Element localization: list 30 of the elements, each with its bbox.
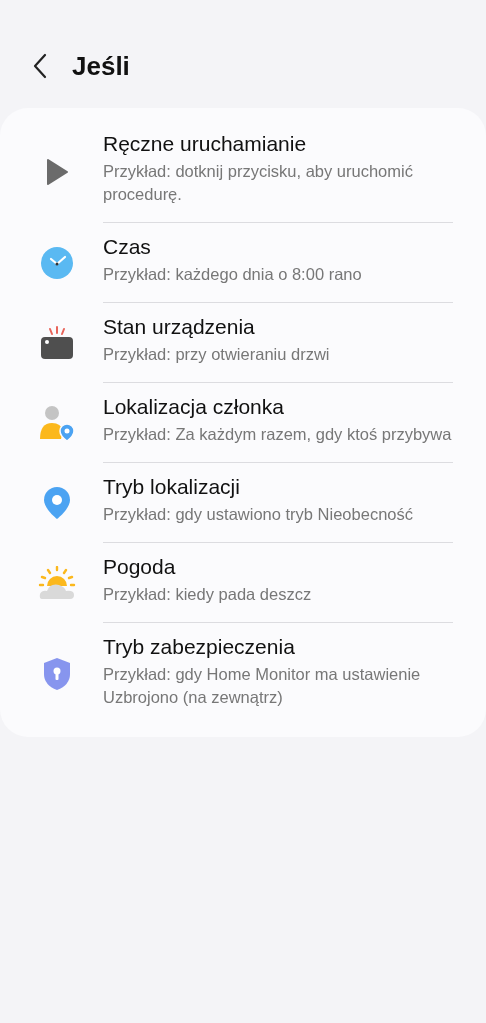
item-example: Przykład: dotknij przycisku, aby uruchomić procedurę. (103, 161, 414, 205)
item-example: Przykład: gdy Home Monitor ma ustawienie Uzbrojono (na zewnątrz) (103, 664, 422, 708)
condition-item[interactable]: Ręczne uruchamianie Przykład: dotknij przycisku, aby uruchomić procedurę. (0, 120, 486, 223)
device-icon (39, 326, 74, 360)
item-title: Tryb lokalizacji (103, 475, 241, 499)
item-example: Przykład: gdy ustawiono tryb Nieobecność (103, 504, 414, 525)
condition-item[interactable]: Stan urządzenia Przykład: przy otwieraniu drzwi (0, 303, 486, 383)
page-title: Jeśli (72, 50, 130, 82)
item-title: Stan urządzenia (103, 315, 256, 339)
person-location-icon (38, 405, 75, 441)
item-title: Tryb zabezpieczenia (103, 635, 296, 659)
item-title: Ręczne uruchamianie (103, 132, 308, 156)
item-example: Przykład: kiedy pada deszcz (103, 584, 313, 605)
item-title: Pogoda (103, 555, 177, 579)
condition-item[interactable]: Pogoda Przykład: kiedy pada deszcz (0, 543, 486, 623)
condition-item[interactable]: Tryb zabezpieczenia Przykład: gdy Home Monitor ma ustawienie Uzbrojono (na zewnątrz) (0, 623, 486, 725)
item-example: Przykład: każdego dnia o 8:00 rano (103, 264, 363, 285)
item-example: Przykład: przy otwieraniu drzwi (103, 344, 331, 365)
location-pin-icon (42, 486, 71, 520)
condition-item[interactable]: Lokalizacja członka Przykład: Za każdym razem, gdy ktoś przybywa (0, 383, 486, 463)
item-title: Czas (103, 235, 152, 259)
back-icon (32, 53, 48, 79)
item-example: Przykład: Za każdym razem, gdy ktoś przybywa (103, 424, 453, 445)
condition-item[interactable]: Czas Przykład: każdego dnia o 8:00 rano (0, 223, 486, 303)
condition-item[interactable]: Tryb lokalizacji Przykład: gdy ustawiono tryb Nieobecność (0, 463, 486, 543)
play-icon (44, 156, 69, 187)
item-title: Lokalizacja członka (103, 395, 285, 419)
weather-icon (37, 566, 76, 600)
shield-icon (41, 657, 72, 691)
clock-icon (39, 246, 74, 280)
